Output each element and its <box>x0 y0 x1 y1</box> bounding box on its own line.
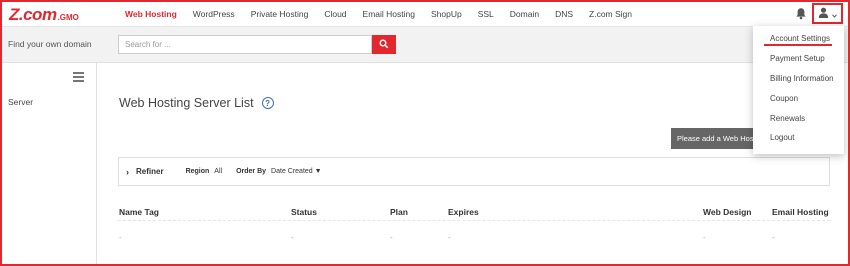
nav-cloud[interactable]: Cloud <box>324 9 346 19</box>
logo-sub-text: .GMO <box>57 13 79 22</box>
user-dropdown-menu: Account Settings Payment Setup Billing I… <box>753 26 844 154</box>
user-menu-button[interactable] <box>812 3 843 24</box>
table-cell: - <box>703 233 706 242</box>
column-header-name-tag[interactable]: Name Tag <box>119 207 159 217</box>
chevron-down-icon <box>832 5 837 23</box>
user-icon <box>818 5 829 23</box>
column-header-plan[interactable]: Plan <box>390 207 408 217</box>
nav-private-hosting[interactable]: Private Hosting <box>251 9 309 19</box>
search-bar: Find your own domain <box>0 27 850 63</box>
nav-email-hosting[interactable]: Email Hosting <box>363 9 415 19</box>
nav-wordpress[interactable]: WordPress <box>193 9 235 19</box>
menu-item-renewals[interactable]: Renewals <box>770 114 805 123</box>
column-header-web-design[interactable]: Web Design <box>703 207 752 217</box>
table-cell: - <box>448 233 451 242</box>
search-input[interactable] <box>118 35 372 54</box>
nav-web-hosting[interactable]: Web Hosting <box>125 9 177 19</box>
column-header-expires[interactable]: Expires <box>448 207 479 217</box>
page-title-text: Web Hosting Server List <box>119 96 254 110</box>
search-icon <box>379 37 389 52</box>
order-by-label: Order By <box>236 168 267 175</box>
region-label: Region <box>185 168 210 175</box>
nav-ssl[interactable]: SSL <box>478 9 494 19</box>
refiner-toggle[interactable]: › Refiner <box>126 167 164 177</box>
sidebar-item-server[interactable]: Server <box>8 97 33 107</box>
column-header-email-hosting[interactable]: Email Hosting <box>772 207 829 217</box>
nav-domain[interactable]: Domain <box>510 9 539 19</box>
region-select[interactable]: All <box>214 168 222 175</box>
active-item-underline <box>764 44 832 46</box>
table-cell: - <box>772 233 775 242</box>
table-cell: - <box>390 233 393 242</box>
chevron-right-icon: › <box>126 166 129 177</box>
sidebar: Server <box>0 63 97 266</box>
add-web-hosting-button[interactable]: Please add a Web Hosting <box>671 128 761 149</box>
refiner-bar: › Refiner Region All Order By Date Creat… <box>118 157 830 186</box>
search-button[interactable] <box>372 35 396 54</box>
help-icon[interactable]: ? <box>261 97 274 109</box>
refiner-label: Refiner <box>136 167 164 176</box>
nav-dns[interactable]: DNS <box>555 9 573 19</box>
nav-shopup[interactable]: ShopUp <box>431 9 462 19</box>
find-domain-label: Find your own domain <box>8 39 92 49</box>
order-by-select[interactable]: Date Created ▼ <box>271 168 322 175</box>
main-nav: Web Hosting WordPress Private Hosting Cl… <box>125 0 648 27</box>
menu-item-logout[interactable]: Logout <box>770 133 794 142</box>
menu-item-coupon[interactable]: Coupon <box>770 94 798 103</box>
bell-icon[interactable] <box>795 7 807 20</box>
logo-main-text: Z.com <box>9 5 57 24</box>
table-cell: - <box>119 233 122 242</box>
brand-logo[interactable]: Z.com .GMO <box>9 5 79 24</box>
top-navbar: Z.com .GMO Web Hosting WordPress Private… <box>0 0 850 27</box>
menu-item-account-settings[interactable]: Account Settings <box>770 34 830 43</box>
column-header-status[interactable]: Status <box>291 207 317 217</box>
table-divider <box>118 220 830 221</box>
table-cell: - <box>291 233 294 242</box>
menu-item-billing-information[interactable]: Billing Information <box>770 74 834 83</box>
page-title: Web Hosting Server List ? <box>119 96 274 110</box>
hamburger-icon[interactable] <box>73 72 84 84</box>
menu-item-payment-setup[interactable]: Payment Setup <box>770 54 825 63</box>
nav-zcom-sign[interactable]: Z.com Sign <box>589 9 632 19</box>
